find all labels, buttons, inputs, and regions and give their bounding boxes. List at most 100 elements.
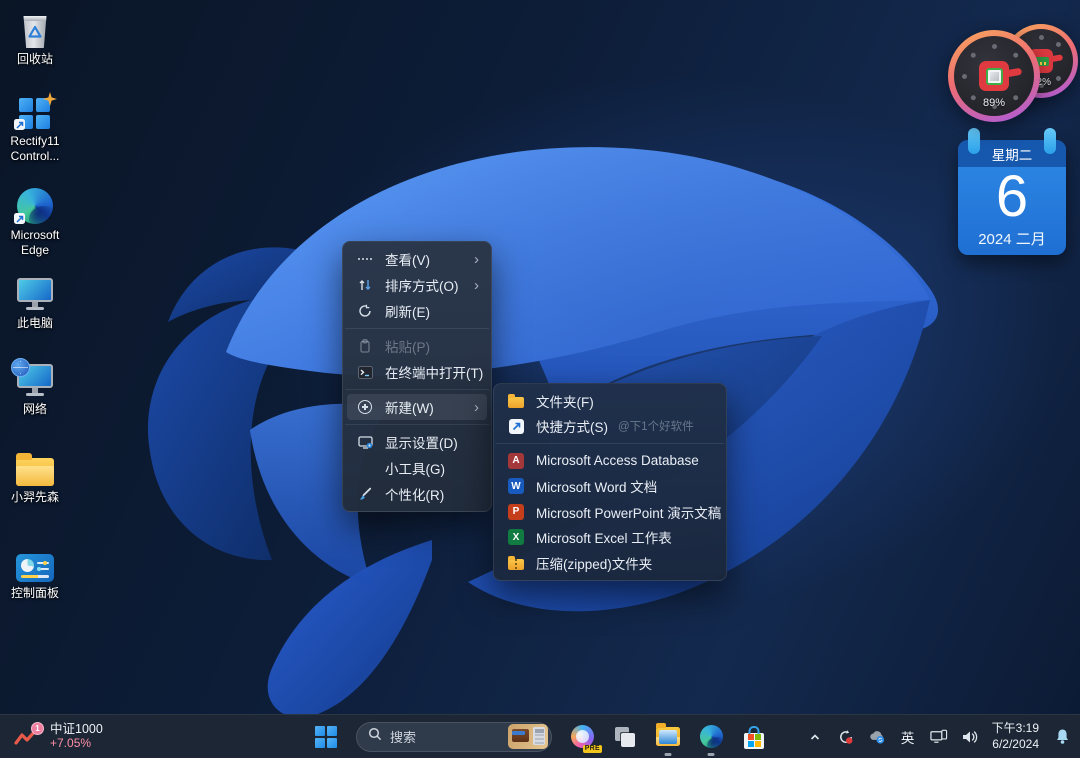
display-settings-icon bbox=[357, 434, 373, 450]
cpu-gauge-widget[interactable]: 89% bbox=[948, 30, 1040, 122]
menu-item-sort-by[interactable]: 排序方式(O) › bbox=[347, 272, 487, 298]
desktop-icon-label: 回收站 bbox=[2, 52, 68, 67]
menu-item-open-in-terminal[interactable]: 在终端中打开(T) bbox=[347, 359, 487, 385]
menu-item-personalize[interactable]: 个性化(R) bbox=[347, 481, 487, 507]
submenu-item-folder[interactable]: 文件夹(F) bbox=[498, 388, 722, 414]
submenu-item-access[interactable]: A Microsoft Access Database bbox=[498, 448, 722, 474]
zip-folder-icon bbox=[508, 555, 524, 571]
speaker-icon bbox=[961, 729, 979, 745]
globe-icon bbox=[11, 358, 30, 377]
folder-icon bbox=[16, 458, 54, 486]
copilot-pre-badge: PRE bbox=[583, 745, 602, 753]
search-placeholder: 搜索 bbox=[390, 727, 500, 746]
search-box[interactable]: 搜索 bbox=[356, 722, 552, 752]
hardware-tray-button[interactable] bbox=[930, 728, 948, 746]
recycle-bin-icon bbox=[22, 16, 48, 48]
menu-item-widgets[interactable]: 小工具(G) bbox=[347, 455, 487, 481]
sparkle-icon bbox=[43, 92, 57, 106]
volume-tray-button[interactable] bbox=[961, 728, 979, 746]
gauge-face: 89% bbox=[954, 36, 1034, 116]
desktop-icon-label: 小羿先森 bbox=[2, 490, 68, 505]
desktop-icon-rectify11[interactable]: Rectify11 Control... bbox=[2, 88, 68, 164]
calendar-widget[interactable]: 星期二 6 2024 二月 bbox=[958, 140, 1066, 255]
gauge-tick bbox=[992, 44, 997, 49]
calendar-ring bbox=[1044, 128, 1056, 154]
menu-separator bbox=[345, 424, 489, 425]
menu-item-display-settings[interactable]: 显示设置(D) bbox=[347, 429, 487, 455]
file-explorer-icon bbox=[656, 727, 680, 746]
microsoft-store-button[interactable] bbox=[741, 724, 767, 750]
personalize-brush-icon bbox=[357, 486, 373, 502]
bell-icon bbox=[1054, 728, 1071, 746]
chevron-right-icon: › bbox=[474, 400, 479, 415]
gauge-tick bbox=[1012, 51, 1019, 58]
network-icon bbox=[17, 364, 53, 398]
desktop-icon-recycle-bin[interactable]: 回收站 bbox=[2, 8, 68, 67]
menu-separator bbox=[345, 389, 489, 390]
taskbar-clock[interactable]: 下午3:19 6/2/2024 bbox=[992, 721, 1039, 752]
sync-update-icon bbox=[837, 728, 855, 746]
submenu-item-shortcut[interactable]: 快捷方式(S) @下1个好软件 bbox=[498, 414, 722, 440]
access-icon: A bbox=[508, 453, 524, 469]
submenu-item-powerpoint[interactable]: P Microsoft PowerPoint 演示文稿 bbox=[498, 499, 722, 525]
calendar-ring bbox=[968, 128, 980, 154]
new-plus-icon bbox=[357, 399, 373, 415]
display-phone-icon bbox=[930, 729, 948, 745]
desktop-wallpaper bbox=[0, 0, 1080, 758]
menu-item-paste: 粘贴(P) bbox=[347, 333, 487, 359]
menu-separator bbox=[496, 443, 724, 444]
calendar-day: 6 bbox=[958, 167, 1066, 227]
cpu-icon bbox=[986, 68, 1003, 85]
context-menu: 查看(V) › 排序方式(O) › 刷新(E) 粘贴(P) 在终端中打开(T) … bbox=[342, 241, 492, 512]
shortcut-arrow-icon bbox=[14, 119, 25, 130]
sort-icon bbox=[357, 277, 373, 293]
gauge-tick bbox=[969, 51, 976, 58]
taskbar-stock-widget[interactable]: 1 中证1000 +7.05% bbox=[14, 715, 103, 758]
desktop-icon-network[interactable]: 网络 bbox=[2, 358, 68, 417]
update-tray-button[interactable] bbox=[837, 728, 855, 746]
desktop-icon-control-panel[interactable]: 控制面板 bbox=[2, 542, 68, 601]
widgets-icon bbox=[357, 460, 373, 476]
cpu-usage-value: 89% bbox=[954, 97, 1034, 109]
wallpaper-glow bbox=[0, 0, 1080, 758]
task-view-icon bbox=[614, 726, 636, 748]
desktop-icon-label: 此电脑 bbox=[2, 316, 68, 331]
clock-date: 6/2/2024 bbox=[992, 737, 1039, 753]
menu-item-new[interactable]: 新建(W) › bbox=[347, 394, 487, 420]
show-hidden-icons-button[interactable] bbox=[806, 728, 824, 746]
menu-item-refresh[interactable]: 刷新(E) bbox=[347, 298, 487, 324]
refresh-icon bbox=[357, 303, 373, 319]
chevron-right-icon: › bbox=[474, 278, 479, 293]
desktop-icon-edge[interactable]: Microsoft Edge bbox=[2, 184, 68, 258]
store-icon bbox=[742, 725, 766, 749]
watermark-text: @下1个好软件 bbox=[618, 418, 694, 434]
submenu-item-excel[interactable]: X Microsoft Excel 工作表 bbox=[498, 525, 722, 551]
task-view-button[interactable] bbox=[612, 724, 638, 750]
gauge-tick bbox=[962, 74, 967, 79]
stock-badge: 1 bbox=[31, 722, 44, 735]
cloud-sync-tray-button[interactable] bbox=[868, 728, 886, 746]
view-grid-icon bbox=[357, 251, 373, 267]
submenu-item-zip-folder[interactable]: 压缩(zipped)文件夹 bbox=[498, 550, 722, 576]
powerpoint-icon: P bbox=[508, 504, 524, 520]
submenu-item-word[interactable]: W Microsoft Word 文档 bbox=[498, 474, 722, 500]
chevron-up-icon bbox=[808, 730, 822, 744]
desktop-icon-label: Microsoft Edge bbox=[2, 228, 68, 258]
copilot-button[interactable]: PRE bbox=[569, 724, 595, 750]
ime-indicator[interactable]: 英 bbox=[899, 728, 917, 746]
menu-item-view[interactable]: 查看(V) › bbox=[347, 246, 487, 272]
windows-logo-icon bbox=[315, 726, 337, 748]
clock-time: 下午3:19 bbox=[992, 721, 1039, 737]
desktop-icon-label: 控制面板 bbox=[2, 586, 68, 601]
terminal-icon bbox=[357, 364, 373, 380]
desktop-icon-this-pc[interactable]: 此电脑 bbox=[2, 272, 68, 331]
edge-button[interactable] bbox=[698, 724, 724, 750]
calendar-month: 2024 二月 bbox=[958, 228, 1066, 249]
desktop-icon-user-folder[interactable]: 小羿先森 bbox=[2, 446, 68, 505]
search-highlight-image bbox=[508, 724, 548, 749]
start-button[interactable] bbox=[313, 724, 339, 750]
edge-icon bbox=[700, 725, 723, 748]
notification-bell-button[interactable] bbox=[1052, 727, 1072, 747]
file-explorer-button[interactable] bbox=[655, 724, 681, 750]
paste-icon bbox=[357, 338, 373, 354]
